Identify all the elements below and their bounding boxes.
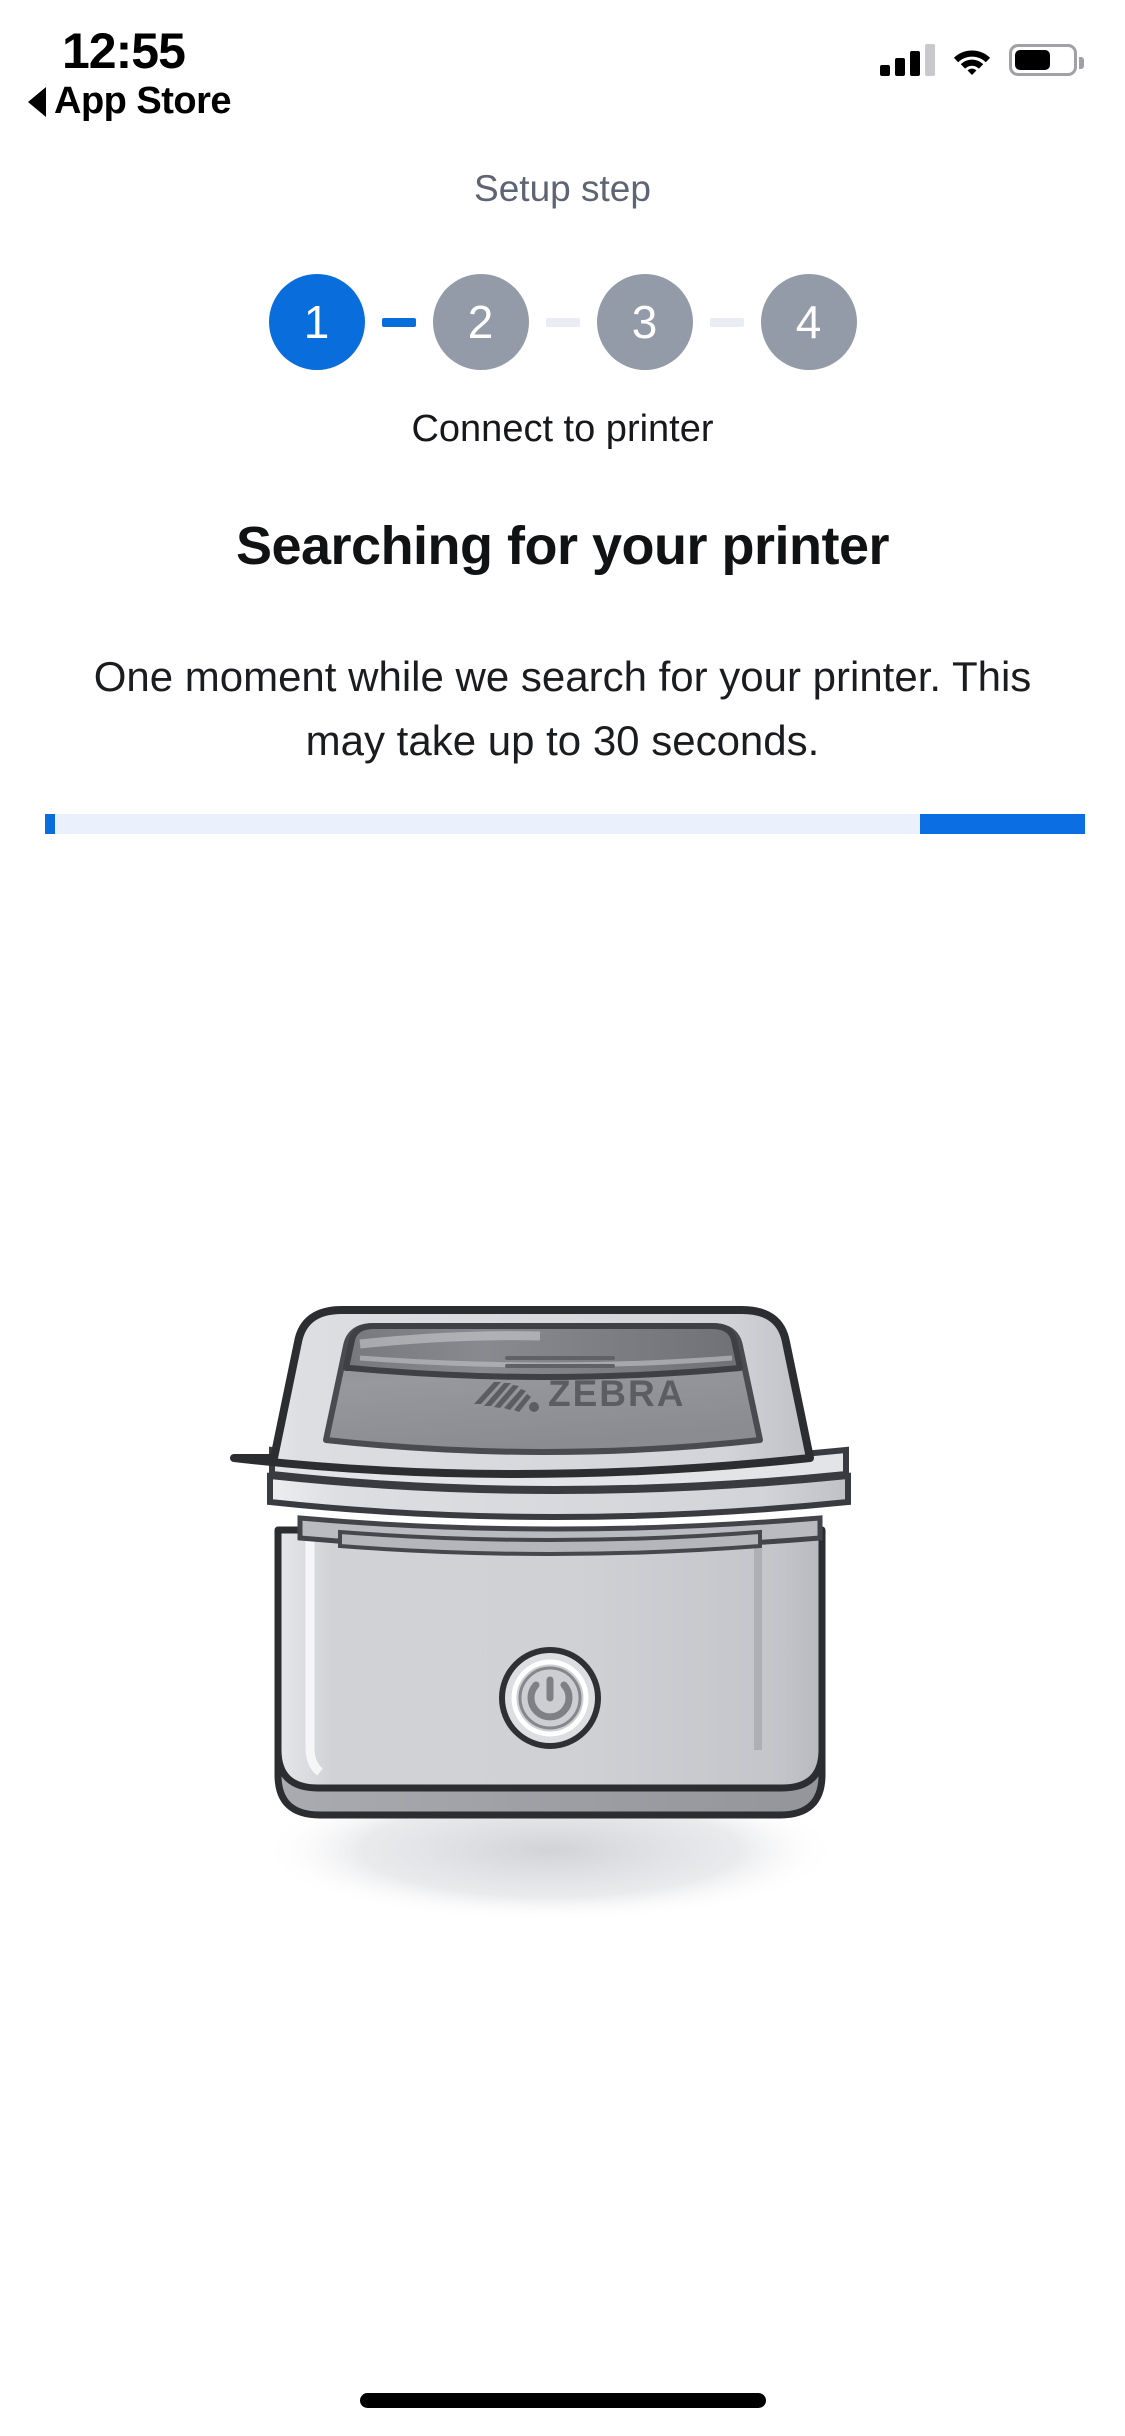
progress-head xyxy=(45,814,55,834)
step-number-2: 2 xyxy=(467,296,494,348)
status-indicators xyxy=(880,38,1084,76)
setup-stepper: 1 2 3 4 xyxy=(0,274,1125,370)
step-number-1: 1 xyxy=(303,296,330,348)
step-connector-2 xyxy=(545,317,580,327)
zebra-brand-text: ZEBRA xyxy=(548,1373,685,1414)
battery-icon xyxy=(1009,44,1084,76)
wifi-icon xyxy=(951,44,993,76)
zebra-printer-illustration: ZEBRA xyxy=(150,1280,975,1920)
search-progress-bar xyxy=(45,814,1085,834)
step-connector-1 xyxy=(381,317,416,327)
step-indicator-3[interactable]: 3 xyxy=(596,274,693,370)
step-connector-3 xyxy=(709,317,744,327)
power-button-icon xyxy=(499,1647,601,1749)
progress-fill xyxy=(920,814,1085,834)
page-title: Searching for your printer xyxy=(235,516,890,576)
cellular-signal-icon xyxy=(880,44,935,76)
step-number-3: 3 xyxy=(631,296,658,348)
step-caption: Connect to printer xyxy=(411,408,714,450)
step-number-4: 4 xyxy=(795,296,822,348)
step-indicator-2[interactable]: 2 xyxy=(432,274,529,370)
step-indicator-1[interactable]: 1 xyxy=(268,274,365,370)
page-body-text: One moment while we search for your prin… xyxy=(93,653,1032,764)
home-indicator xyxy=(359,2393,766,2408)
setup-step-label: Setup step xyxy=(474,168,651,209)
back-to-app-store-button[interactable]: App Store xyxy=(28,80,232,123)
caret-left-icon xyxy=(28,86,46,117)
back-to-app-store-label: App Store xyxy=(54,80,232,122)
step-indicator-4[interactable]: 4 xyxy=(760,274,857,370)
status-bar: 12:55 App Store xyxy=(0,0,1125,132)
status-time: 12:55 xyxy=(62,23,186,79)
app-screen: 12:55 App Store Setup step 1 2 3 4 Conne… xyxy=(0,0,1125,2436)
